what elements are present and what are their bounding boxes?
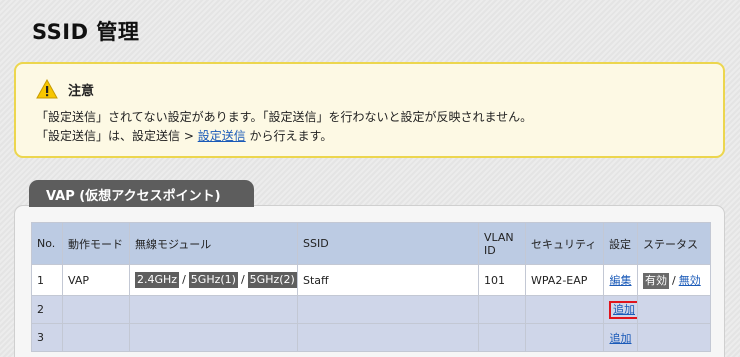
col-header-vlan-id: VLAN ID <box>478 222 526 265</box>
col-header-mode: 動作モード <box>62 222 130 265</box>
page-title: SSID 管理 <box>32 20 140 44</box>
cell-modules <box>129 323 298 352</box>
cell-setting: 追加 <box>603 323 638 352</box>
notice-box: 注意 「設定送信」されてない設定があります。「設定送信」を行わないと設定が反映さ… <box>14 62 725 158</box>
table-row: 1 VAP 2.4GHz/5GHz(1)/5GHz(2) Staff 101 W… <box>31 264 711 296</box>
cell-no: 3 <box>31 323 63 352</box>
cell-ssid <box>297 323 479 352</box>
warning-icon <box>36 78 58 99</box>
cell-status <box>637 323 711 352</box>
module-badge-5ghz-1: 5GHz(1) <box>188 272 238 288</box>
notice-instruction: 「設定送信」は、設定送信 > 設定送信 から行えます。 <box>36 127 332 144</box>
col-header-no: No. <box>31 222 63 265</box>
cell-modules: 2.4GHz/5GHz(1)/5GHz(2) <box>129 264 298 296</box>
cell-modules <box>129 295 298 324</box>
config-send-link[interactable]: 設定送信 <box>198 129 246 143</box>
cell-vlan-id <box>478 323 526 352</box>
module-badge-24ghz: 2.4GHz <box>135 272 180 288</box>
cell-mode <box>62 295 130 324</box>
cell-setting: 編集 <box>603 264 638 296</box>
add-highlight-box: 追加 <box>609 300 637 319</box>
cell-no: 1 <box>31 264 63 296</box>
disable-link[interactable]: 無効 <box>679 274 701 287</box>
separator: / <box>182 273 186 286</box>
notice-title: 注意 <box>68 83 95 99</box>
module-badge-5ghz-2: 5GHz(2) <box>247 272 297 288</box>
edit-link[interactable]: 編集 <box>610 274 632 287</box>
cell-ssid <box>297 295 479 324</box>
notice-message: 「設定送信」されてない設定があります。「設定送信」を行わないと設定が反映されませ… <box>36 110 533 124</box>
table-row: 2 追加 <box>31 295 711 324</box>
vap-table: No. 動作モード 無線モジュール SSID VLAN ID セキュリティ 設定… <box>31 222 711 352</box>
notice-instruction-suffix: から行えます。 <box>245 129 333 143</box>
col-header-vlan-line2: ID <box>484 243 496 257</box>
col-header-security: セキュリティ <box>525 222 604 265</box>
separator: / <box>672 273 676 287</box>
notice-instruction-prefix: 「設定送信」は、設定送信 > <box>36 129 198 143</box>
cell-security <box>525 295 604 324</box>
col-header-vlan-line1: VLAN <box>484 230 514 244</box>
status-active-badge: 有効 <box>643 272 669 289</box>
cell-setting: 追加 <box>603 295 638 324</box>
cell-security <box>525 323 604 352</box>
cell-no: 2 <box>31 295 63 324</box>
notice-header: 注意 <box>36 78 94 100</box>
cell-security: WPA2-EAP <box>525 264 604 296</box>
cell-status <box>637 295 711 324</box>
add-link[interactable]: 追加 <box>610 332 632 345</box>
cell-status: 有効 / 無効 <box>637 264 711 296</box>
page-background: SSID 管理 注意 「設定送信」されてない設定があります。「設定送信」を行わな… <box>0 0 740 357</box>
col-header-ssid: SSID <box>297 222 479 265</box>
vap-section-tab: VAP (仮想アクセスポイント) <box>29 180 254 207</box>
add-link[interactable]: 追加 <box>613 303 635 316</box>
cell-mode: VAP <box>62 264 130 296</box>
col-header-module: 無線モジュール <box>129 222 298 265</box>
cell-mode <box>62 323 130 352</box>
col-header-status: ステータス <box>637 222 711 265</box>
table-header-row: No. 動作モード 無線モジュール SSID VLAN ID セキュリティ 設定… <box>31 222 711 265</box>
col-header-setting: 設定 <box>603 222 638 265</box>
cell-vlan-id: 101 <box>478 264 526 296</box>
cell-ssid: Staff <box>297 264 479 296</box>
cell-vlan-id <box>478 295 526 324</box>
table-row: 3 追加 <box>31 323 711 352</box>
separator: / <box>240 273 245 286</box>
